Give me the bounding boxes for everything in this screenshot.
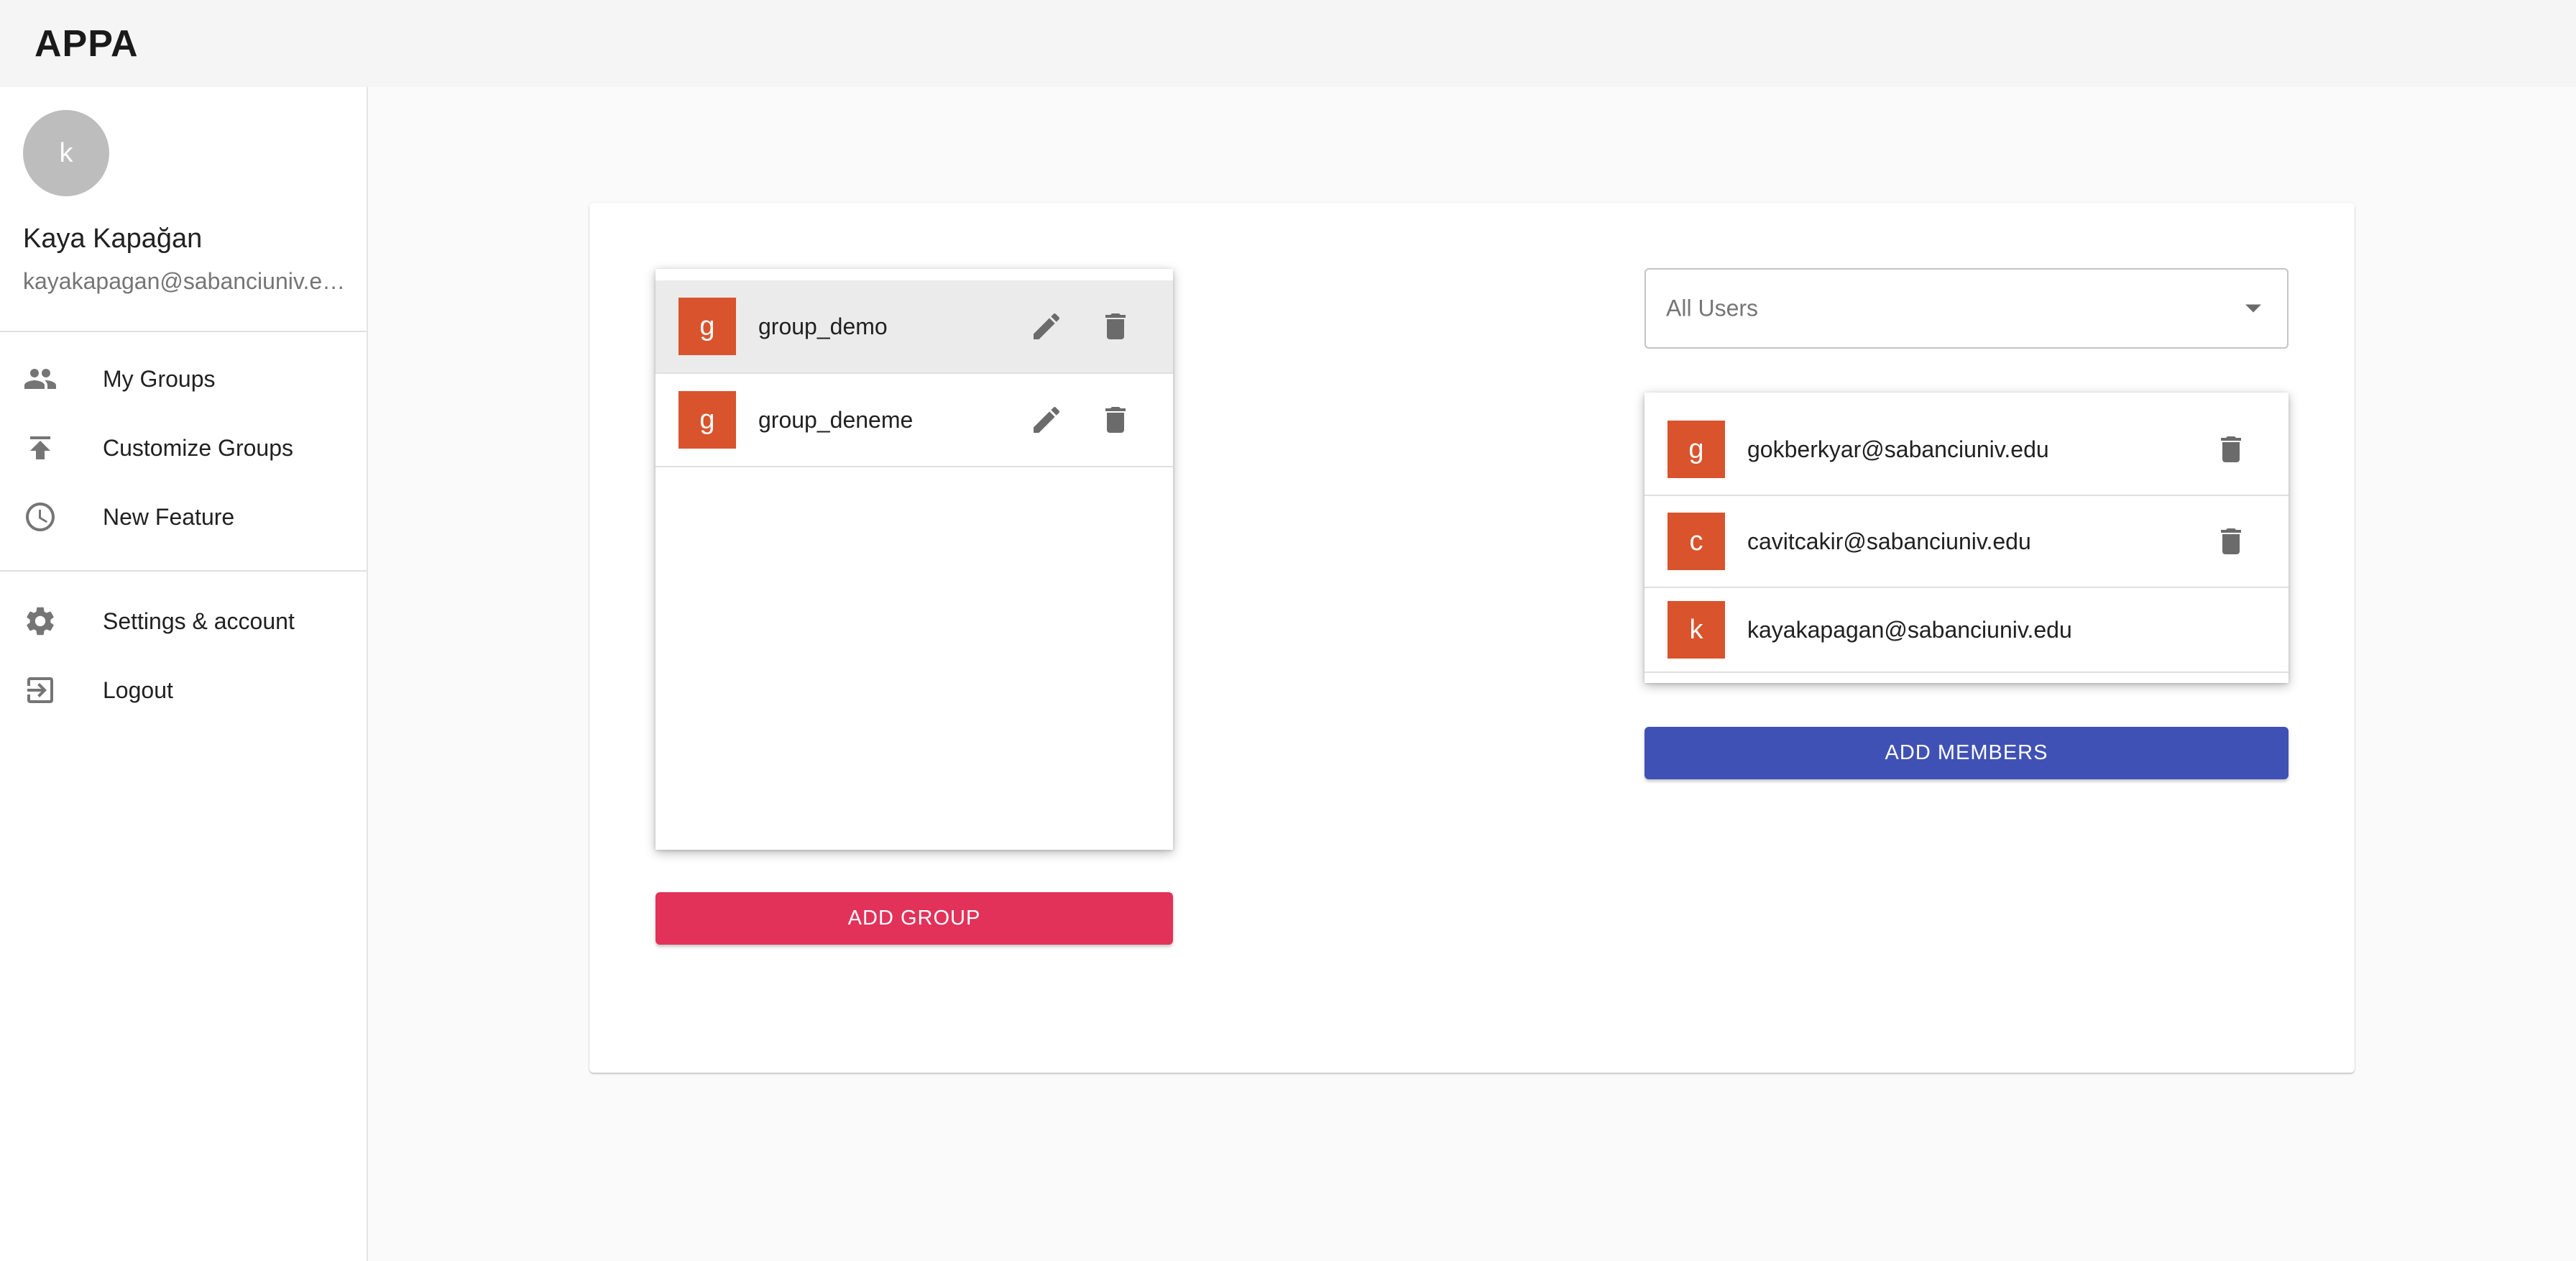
member-list-item[interactable]: g gokberkyar@sabanciuniv.edu	[1644, 404, 2288, 496]
trash-icon	[1105, 313, 1126, 339]
sidebar-item-label: Settings & account	[103, 607, 295, 634]
member-list: g gokberkyar@sabanciuniv.edu c cavitcaki…	[1644, 393, 2288, 683]
sidebar-divider	[0, 570, 367, 572]
sidebar-item-label: Logout	[103, 677, 173, 703]
app-title: APPA	[34, 22, 139, 65]
sidebar: k Kaya Kapağan kayakapagan@sabanciuniv.e…	[0, 87, 368, 1261]
sidebar-item-customize-groups[interactable]: Customize Groups	[0, 413, 367, 482]
member-email: kayakapagan@sabanciuniv.edu	[1747, 616, 2072, 643]
member-list-item[interactable]: k kayakapagan@sabanciuniv.edu	[1644, 588, 2288, 673]
member-avatar: k	[1668, 601, 1725, 659]
group-avatar: g	[678, 298, 736, 355]
user-email: kayakapagan@sabanciuniv.edu	[23, 268, 346, 294]
pencil-icon	[1034, 406, 1060, 433]
member-email: gokberkyar@sabanciuniv.edu	[1747, 436, 2049, 462]
member-email: cavitcakir@sabanciuniv.edu	[1747, 528, 2031, 554]
member-avatar: g	[1668, 421, 1725, 478]
sidebar-item-label: New Feature	[103, 503, 235, 530]
sidebar-item-my-groups[interactable]: My Groups	[0, 344, 367, 413]
app-bar: APPA	[0, 0, 2576, 87]
sidebar-divider	[0, 331, 367, 332]
trash-icon	[1105, 407, 1126, 433]
remove-member-button[interactable]	[2208, 426, 2254, 472]
group-name: group_demo	[758, 313, 888, 339]
trash-icon	[2221, 436, 2241, 462]
sidebar-item-settings[interactable]: Settings & account	[0, 587, 367, 656]
edit-group-button[interactable]	[1024, 303, 1070, 349]
user-name: Kaya Kapağan	[23, 224, 203, 254]
add-members-button[interactable]: ADD MEMBERS	[1644, 727, 2288, 779]
gear-icon	[23, 604, 58, 638]
sidebar-item-label: Customize Groups	[103, 434, 293, 461]
caret-down-icon	[2245, 304, 2261, 313]
delete-group-button[interactable]	[1092, 397, 1138, 443]
group-list-item[interactable]: g group_demo	[656, 280, 1173, 374]
user-avatar[interactable]: k	[23, 110, 109, 196]
logout-icon	[23, 673, 58, 707]
user-filter-select[interactable]: All Users	[1644, 268, 2288, 349]
remove-member-button[interactable]	[2208, 518, 2254, 564]
edit-group-button[interactable]	[1024, 397, 1070, 443]
group-avatar: g	[678, 391, 736, 449]
delete-group-button[interactable]	[1092, 303, 1138, 349]
people-icon	[23, 362, 58, 396]
clock-icon	[23, 500, 58, 534]
sidebar-item-label: My Groups	[103, 365, 216, 392]
pencil-icon	[1034, 313, 1060, 339]
member-list-item[interactable]: c cavitcakir@sabanciuniv.edu	[1644, 496, 2288, 588]
add-group-button[interactable]: ADD GROUP	[656, 892, 1173, 945]
user-filter-value: All Users	[1666, 295, 1759, 321]
sidebar-item-new-feature[interactable]: New Feature	[0, 482, 367, 551]
member-avatar: c	[1668, 513, 1725, 570]
group-list: g group_demo g group_deneme	[656, 269, 1173, 850]
group-name: group_deneme	[758, 406, 914, 433]
trash-icon	[2221, 528, 2241, 554]
sidebar-item-logout[interactable]: Logout	[0, 656, 367, 725]
group-list-item[interactable]: g group_deneme	[656, 374, 1173, 467]
publish-icon	[23, 431, 58, 465]
